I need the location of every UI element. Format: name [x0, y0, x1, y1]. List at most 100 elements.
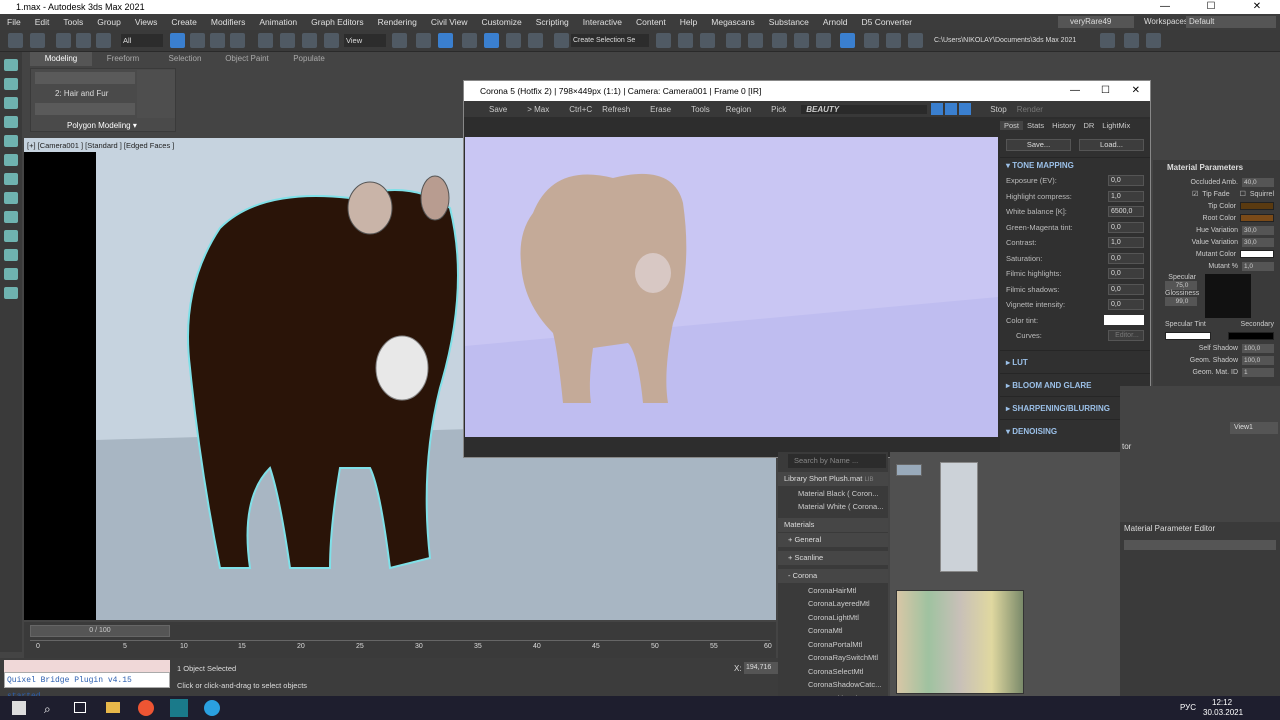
- geom-shadow-field[interactable]: 100,0: [1242, 355, 1274, 365]
- menu-create[interactable]: Create: [164, 17, 204, 27]
- light-icon[interactable]: [4, 173, 18, 185]
- material-item[interactable]: CoronaHairMtl: [778, 584, 888, 598]
- timeline-ruler[interactable]: 0 5 10 15 20 25 30 35 40 45 50 55 60: [30, 640, 772, 656]
- self-shadow-field[interactable]: 100,0: [1242, 343, 1274, 353]
- percent-snap-icon[interactable]: [506, 33, 521, 48]
- spacewarp-icon[interactable]: [4, 230, 18, 242]
- occluded-amb-field[interactable]: 40,0: [1242, 177, 1274, 187]
- selection-filter-dropdown[interactable]: All: [121, 34, 163, 47]
- open-icon[interactable]: [1124, 33, 1139, 48]
- menu-d5-converter[interactable]: D5 Converter: [854, 17, 919, 27]
- project-folder-icon[interactable]: [1100, 33, 1115, 48]
- region-select-icon[interactable]: [210, 33, 225, 48]
- tab-modeling[interactable]: Modeling: [30, 52, 92, 66]
- project-path[interactable]: C:\Users\NIKOLAY\Documents\3ds Max 2021: [934, 35, 1094, 47]
- hue-variation-field[interactable]: 30,0: [1242, 225, 1274, 235]
- vfb-stop-button[interactable]: Stop: [985, 105, 1011, 114]
- ref-coord-dropdown[interactable]: View: [344, 34, 386, 47]
- menu-group[interactable]: Group: [90, 17, 128, 27]
- maxscript-output[interactable]: Quixel Bridge Plugin v4.15 started: [4, 672, 170, 701]
- keyboard-shortcut-icon[interactable]: [438, 33, 453, 48]
- zoom-fit-icon[interactable]: [959, 103, 972, 115]
- tab-object-paint[interactable]: Object Paint: [216, 52, 278, 66]
- tab-selection[interactable]: Selection: [154, 52, 216, 66]
- library-material-item[interactable]: Material Black ( Coron...: [778, 487, 888, 501]
- tab-lightmix[interactable]: LightMix: [1098, 121, 1134, 130]
- vfb-pick-button[interactable]: Pick: [766, 105, 791, 114]
- move-icon[interactable]: [258, 33, 273, 48]
- vfb-region-button[interactable]: Region: [721, 105, 756, 114]
- select-manipulate-icon[interactable]: [416, 33, 431, 48]
- library-header[interactable]: Library Short Plush.mat LIB: [778, 471, 888, 486]
- highlight-compress-field[interactable]: 1,0: [1108, 190, 1144, 202]
- render-production-icon[interactable]: [908, 33, 923, 48]
- menu-content[interactable]: Content: [629, 17, 673, 27]
- white-balance-field[interactable]: 6500,0: [1108, 206, 1144, 218]
- channel-dropdown[interactable]: BEAUTY: [801, 104, 928, 114]
- exposure-field[interactable]: 0,0: [1108, 175, 1144, 187]
- save-preset-button[interactable]: Save...: [1006, 139, 1071, 151]
- file-explorer-icon[interactable]: [106, 702, 120, 713]
- unlink-icon[interactable]: [76, 33, 91, 48]
- camera-icon[interactable]: [4, 192, 18, 204]
- clock-time[interactable]: 12:12: [1212, 698, 1232, 707]
- vfb-maximize-button[interactable]: ☐: [1101, 85, 1110, 96]
- menu-graph-editors[interactable]: Graph Editors: [304, 17, 370, 27]
- color-tint-swatch[interactable]: [1104, 315, 1144, 326]
- tab-populate[interactable]: Populate: [278, 52, 340, 66]
- tab-freeform[interactable]: Freeform: [92, 52, 154, 66]
- corona-vfb-window[interactable]: Corona 5 (Hotfix 2) | 798×449px (1:1) | …: [463, 80, 1151, 458]
- system-icon[interactable]: [4, 249, 18, 261]
- edit-tools-icons[interactable]: [35, 103, 135, 115]
- ribbon-toggle-icon[interactable]: [772, 33, 787, 48]
- scale-icon[interactable]: [302, 33, 317, 48]
- mpe-field[interactable]: [1124, 540, 1276, 550]
- tab-stats[interactable]: Stats: [1023, 121, 1048, 130]
- bind-icon[interactable]: [96, 33, 111, 48]
- clock-date[interactable]: 30.03.2021: [1203, 708, 1243, 717]
- helper-icon[interactable]: [4, 211, 18, 223]
- select-by-name-icon[interactable]: [190, 33, 205, 48]
- bitmap-node[interactable]: [896, 464, 922, 476]
- shape-icon[interactable]: [4, 268, 18, 280]
- vfb-tools-button[interactable]: Tools: [686, 105, 715, 114]
- menu-megascans[interactable]: Megascans: [704, 17, 761, 27]
- menu-customize[interactable]: Customize: [475, 17, 529, 27]
- modifier-stack-icons[interactable]: [35, 72, 135, 84]
- vfb-erase-button[interactable]: Erase: [645, 105, 676, 114]
- place-icon[interactable]: [324, 33, 339, 48]
- user-dropdown[interactable]: veryRare49: [1058, 16, 1134, 28]
- group-corona[interactable]: - Corona: [778, 568, 888, 583]
- filmic-highlights-field[interactable]: 0,0: [1108, 268, 1144, 280]
- zoom-out-icon[interactable]: [945, 103, 958, 115]
- tab-post[interactable]: Post: [1000, 120, 1024, 130]
- mutant-color-swatch[interactable]: [1240, 250, 1274, 258]
- angle-snap-icon[interactable]: [484, 33, 499, 48]
- polygon-modeling-label[interactable]: Polygon Modeling ▾: [67, 121, 137, 130]
- redo-icon[interactable]: [30, 33, 45, 48]
- curves-label[interactable]: Curves:: [1006, 331, 1042, 340]
- layer-explorer-icon[interactable]: [748, 33, 763, 48]
- geometry-icon[interactable]: [4, 287, 18, 299]
- menu-modifiers[interactable]: Modifiers: [204, 17, 252, 27]
- windows-start-icon[interactable]: [12, 701, 26, 715]
- menu-substance[interactable]: Substance: [762, 17, 816, 27]
- library-material-item[interactable]: Material White ( Corona...: [778, 500, 888, 514]
- time-slider[interactable]: 0 / 100: [30, 625, 170, 637]
- selection-set-dropdown[interactable]: Create Selection Se: [571, 34, 649, 47]
- specular-tint-swatch[interactable]: [1165, 332, 1211, 340]
- mirror-icon[interactable]: [656, 33, 671, 48]
- telegram-icon[interactable]: [204, 700, 220, 716]
- filmic-shadows-field[interactable]: 0,0: [1108, 283, 1144, 295]
- rotate-icon[interactable]: [280, 33, 295, 48]
- saturation-field[interactable]: 0,0: [1108, 252, 1144, 264]
- schematic-view-icon[interactable]: [816, 33, 831, 48]
- lut-header[interactable]: ▸ LUT: [1000, 349, 1150, 373]
- value-variation-field[interactable]: 30,0: [1242, 237, 1274, 247]
- menu-help[interactable]: Help: [673, 17, 704, 27]
- menu-interactive[interactable]: Interactive: [576, 17, 629, 27]
- vfb-refresh-button[interactable]: Refresh: [597, 105, 635, 114]
- maxscript-listener[interactable]: [4, 660, 170, 672]
- load-preset-button[interactable]: Load...: [1079, 139, 1144, 151]
- edit-named-selection-icon[interactable]: [554, 33, 569, 48]
